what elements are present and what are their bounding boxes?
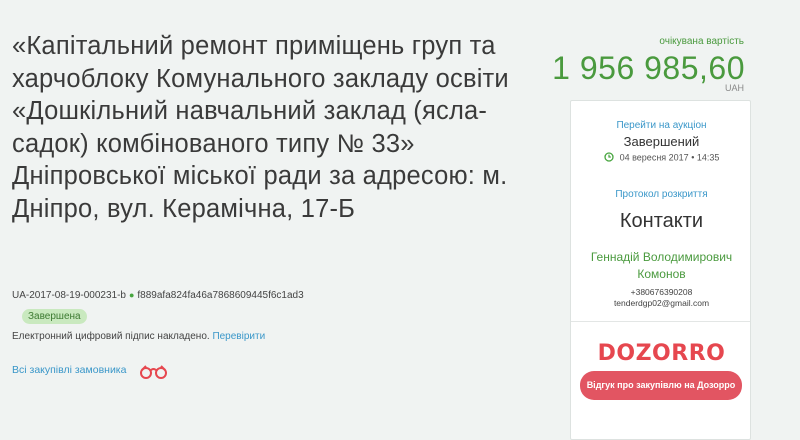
binoculars-icon[interactable] (139, 364, 169, 385)
status-badge: Завершена (22, 309, 87, 324)
tender-hash: f889afa824fa46a7868609445f6c1ad3 (137, 290, 304, 301)
auction-date: 04 вересня 2017 (619, 152, 689, 163)
contact-phone[interactable]: +380676390208 (571, 287, 752, 297)
protocol-link[interactable]: Протокол розкриття (571, 189, 752, 200)
auction-status: Завершений (623, 134, 700, 149)
auction-link[interactable]: Перейти на аукціон (571, 120, 752, 131)
card-divider (571, 321, 750, 322)
tender-meta: UA-2017-08-19-000231-b ● f889afa824fa46a78… (12, 290, 304, 301)
clock-icon (603, 152, 614, 164)
contact-name: Геннадій Володимирович Комонов (571, 249, 752, 283)
expected-value-label: очікувана вартість (659, 36, 744, 47)
dot-icon: ● (128, 290, 135, 300)
tender-title: «Капітальний ремонт приміщень груп та ха… (12, 32, 509, 223)
signature-row: Електронний цифровий підпис накладено. П… (12, 331, 265, 342)
verify-link[interactable]: Перевірити (212, 331, 265, 342)
contact-name-last: Комонов (637, 267, 686, 281)
contact-name-first: Геннадій Володимирович (590, 250, 733, 264)
auction-datetime: 04 вересня 2017 • 14:35 (571, 152, 752, 164)
currency-label: UAH (724, 83, 744, 93)
dozorro-feedback-button[interactable]: Відгук про закупівлю на Дозорро (580, 371, 742, 400)
tender-id: UA-2017-08-19-000231-b (12, 290, 126, 301)
contacts-title: Контакти (619, 210, 704, 232)
signature-text: Електронний цифровий підпис накладено. (12, 331, 210, 342)
dozorro-logo: DOZORRO (597, 341, 726, 366)
expected-value-amount: 1 956 985,60 (552, 50, 745, 86)
auction-time: 14:35 (696, 152, 720, 163)
all-purchases-link[interactable]: Всі закупівлі замовника (12, 364, 126, 376)
side-card: Перейти на аукціон Завершений 04 вересня… (570, 100, 751, 440)
contact-email[interactable]: tenderdgp02@gmail.com (571, 298, 752, 308)
